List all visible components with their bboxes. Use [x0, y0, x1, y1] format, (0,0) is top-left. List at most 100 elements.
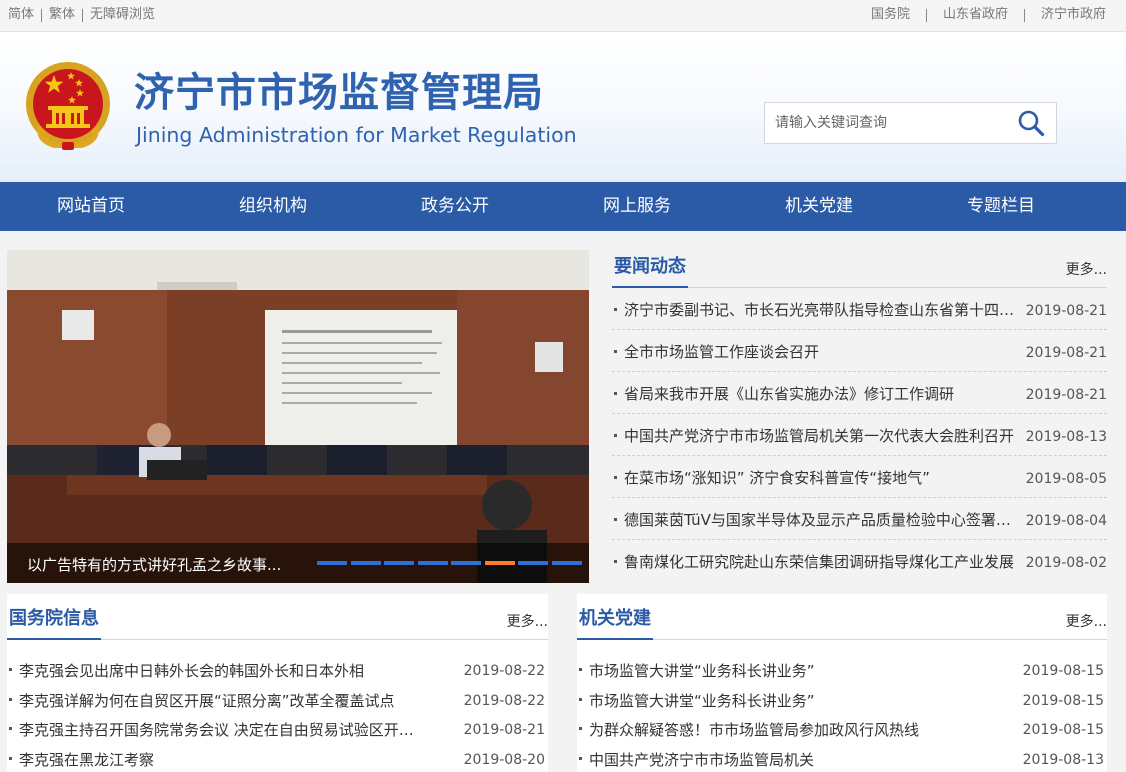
party-building-panel-title: 机关党建 — [577, 608, 653, 640]
traditional-chinese-link[interactable]: 繁体 — [49, 6, 75, 24]
bullet-icon — [9, 727, 12, 730]
divider — [925, 9, 927, 22]
slide-caption-bar: 以广告特有的方式讲好孔孟之乡故事... — [7, 543, 589, 583]
bullet-icon — [579, 756, 582, 760]
state-council-panel-title: 国务院信息 — [7, 608, 101, 640]
party-building-more-link[interactable]: 更多... — [1066, 611, 1107, 631]
slide-photo — [7, 250, 589, 583]
list-item[interactable]: 济宁市委副书记、市长石光亮带队指导检查山东省第十四届运动会 2019-08-21 — [612, 288, 1107, 330]
item-date: 2019-08-15 — [1022, 722, 1104, 738]
nav-home[interactable]: 网站首页 — [0, 182, 182, 231]
bullet-icon — [614, 518, 617, 521]
bullet-icon — [579, 668, 582, 671]
slide-indicator-dot[interactable] — [484, 561, 515, 565]
bullet-icon — [614, 560, 617, 563]
item-title[interactable]: 中国共产党济宁市市场监管局机关第一次代表大会胜利召开 — [624, 426, 1016, 446]
nav-government-affairs[interactable]: 政务公开 — [364, 182, 546, 231]
panel-header: 机关党建 更多... — [577, 594, 1107, 640]
bullet-icon — [9, 697, 12, 701]
slide-indicator-dot[interactable] — [451, 561, 481, 565]
accessibility-link[interactable]: 无障碍浏览 — [90, 6, 155, 24]
item-date: 2019-08-22 — [463, 663, 545, 679]
bullet-icon — [614, 392, 617, 395]
bullet-icon — [614, 476, 617, 479]
slide-indicator-dot[interactable] — [384, 561, 414, 565]
list-item[interactable]: 鲁南煤化工研究院赴山东荣信集团调研指导煤化工产业发展 2019-08-02 — [612, 540, 1107, 582]
item-title[interactable]: 省局来我市开展《山东省实施办法》修订工作调研 — [624, 384, 1016, 404]
list-item[interactable]: 李克强详解为何在自贸区开展“证照分离”改革全覆盖试点 2019-08-22 — [7, 683, 548, 713]
item-date: 2019-08-13 — [1025, 429, 1107, 445]
national-emblem-icon — [26, 62, 110, 150]
nav-special-topics[interactable]: 专题栏目 — [910, 182, 1092, 231]
nav-organization[interactable]: 组织机构 — [182, 182, 364, 231]
list-item[interactable]: 为群众解疑答惑！市市场监管局参加政风行风热线 2019-08-15 — [577, 712, 1107, 742]
nav-party-building[interactable]: 机关党建 — [728, 182, 910, 231]
item-date: 2019-08-15 — [1022, 692, 1104, 709]
bullet-icon — [579, 727, 582, 730]
item-title[interactable]: 济宁市委副书记、市长石光亮带队指导检查山东省第十四届运动会 — [624, 300, 1016, 320]
list-item[interactable]: 市场监管大讲堂“业务科长讲业务” 2019-08-15 — [577, 683, 1107, 713]
item-title[interactable]: 市场监管大讲堂“业务科长讲业务” — [589, 661, 989, 681]
panel-header: 国务院信息 更多... — [7, 594, 548, 640]
item-title[interactable]: 全市市场监管工作座谈会召开 — [624, 342, 1016, 362]
list-item[interactable]: 中国共产党济宁市市场监管局机关第一次代表大会胜利召开 2019-08-13 — [612, 414, 1107, 456]
news-more-link[interactable]: 更多... — [1066, 259, 1107, 279]
list-item[interactable]: 在菜市场“涨知识” 济宁食安科普宣传“接地气” 2019-08-05 — [612, 456, 1107, 498]
search-input[interactable] — [765, 103, 1015, 143]
item-date: 2019-08-02 — [1025, 555, 1107, 571]
slide-indicator-dot[interactable] — [518, 561, 548, 565]
divider — [1023, 9, 1025, 22]
item-title[interactable]: 鲁南煤化工研究院赴山东荣信集团调研指导煤化工产业发展 — [624, 552, 1016, 572]
jining-government-link[interactable]: 济宁市政府 — [1041, 6, 1106, 24]
item-title[interactable]: 市场监管大讲堂“业务科长讲业务” — [589, 691, 989, 711]
top-utility-bar: 简体 繁体 无障碍浏览 国务院 山东省政府 济宁市政府 — [0, 0, 1126, 32]
item-title[interactable]: 李克强主持召开国务院常务会议 决定在自由贸易试验区开展“证照分离”改革 — [19, 720, 419, 740]
item-date: 2019-08-21 — [1025, 345, 1107, 361]
site-title-english: Jining Administration for Market Regulat… — [136, 123, 577, 147]
item-title[interactable]: 李克强会见出席中日韩外长会的韩国外长和日本外相 — [19, 661, 419, 681]
nav-online-services[interactable]: 网上服务 — [546, 182, 728, 231]
language-switcher: 简体 繁体 无障碍浏览 — [8, 6, 155, 24]
search-icon — [1018, 110, 1045, 137]
item-title[interactable]: 在菜市场“涨知识” 济宁食安科普宣传“接地气” — [624, 468, 1016, 488]
slide-indicator-dot[interactable] — [350, 561, 381, 565]
list-item[interactable]: 李克强会见出席中日韩外长会的韩国外长和日本外相 2019-08-22 — [7, 653, 548, 683]
news-panel: 要闻动态 更多... 济宁市委副书记、市长石光亮带队指导检查山东省第十四届运动会… — [612, 250, 1107, 582]
slide-indicator-dot[interactable] — [417, 561, 448, 565]
simplified-chinese-link[interactable]: 简体 — [8, 6, 34, 24]
bullet-icon — [9, 668, 12, 671]
state-council-panel: 国务院信息 更多... 李克强会见出席中日韩外长会的韩国外长和日本外相 2019-… — [7, 594, 548, 772]
main-content: 以广告特有的方式讲好孔孟之乡故事... 要闻动态 更多... 济宁市委副书记、市… — [0, 231, 1126, 772]
list-item[interactable]: 德国莱茵TüV与国家半导体及显示产品质量检验中心签署合作协议 2019-08-04 — [612, 498, 1107, 540]
item-title[interactable]: 中国共产党济宁市市场监管局机关 — [589, 750, 989, 770]
list-item[interactable]: 李克强主持召开国务院常务会议 决定在自由贸易试验区开展“证照分离”改革 2019-… — [7, 712, 548, 742]
government-links: 国务院 山东省政府 济宁市政府 — [871, 6, 1106, 24]
slide-indicator-dot[interactable] — [551, 561, 582, 565]
state-council-more-link[interactable]: 更多... — [507, 611, 548, 631]
news-slideshow[interactable]: 以广告特有的方式讲好孔孟之乡故事... — [7, 250, 589, 583]
slide-caption[interactable]: 以广告特有的方式讲好孔孟之乡故事... — [27, 554, 281, 575]
item-title[interactable]: 李克强在黑龙江考察 — [19, 750, 419, 770]
item-date: 2019-08-20 — [463, 751, 545, 768]
slide-indicator-dot[interactable] — [317, 561, 347, 565]
site-title: 济宁市市场监督管理局 — [134, 70, 544, 116]
item-title[interactable]: 李克强详解为何在自贸区开展“证照分离”改革全覆盖试点 — [19, 691, 419, 711]
state-council-link[interactable]: 国务院 — [871, 6, 910, 24]
item-title[interactable]: 为群众解疑答惑！市市场监管局参加政风行风热线 — [589, 720, 989, 740]
bullet-icon — [614, 308, 617, 311]
list-item[interactable]: 全市市场监管工作座谈会召开 2019-08-21 — [612, 330, 1107, 372]
shandong-government-link[interactable]: 山东省政府 — [943, 6, 1008, 24]
list-item[interactable]: 省局来我市开展《山东省实施办法》修订工作调研 2019-08-21 — [612, 372, 1107, 414]
item-date: 2019-08-05 — [1025, 471, 1107, 487]
news-panel-title: 要闻动态 — [612, 256, 688, 288]
search-button[interactable] — [1006, 103, 1056, 143]
search-box — [764, 102, 1057, 144]
bullet-icon — [9, 756, 12, 760]
site-header: 济宁市市场监督管理局 Jining Administration for Mar… — [0, 32, 1126, 182]
list-item[interactable]: 李克强在黑龙江考察 2019-08-20 — [7, 742, 548, 772]
bullet-icon — [579, 697, 582, 701]
list-item[interactable]: 市场监管大讲堂“业务科长讲业务” 2019-08-15 — [577, 653, 1107, 683]
list-item[interactable]: 中国共产党济宁市市场监管局机关 2019-08-13 — [577, 742, 1107, 772]
item-title[interactable]: 德国莱茵TüV与国家半导体及显示产品质量检验中心签署合作协议 — [624, 510, 1016, 530]
state-council-list: 李克强会见出席中日韩外长会的韩国外长和日本外相 2019-08-22 李克强详解为何… — [7, 640, 548, 771]
